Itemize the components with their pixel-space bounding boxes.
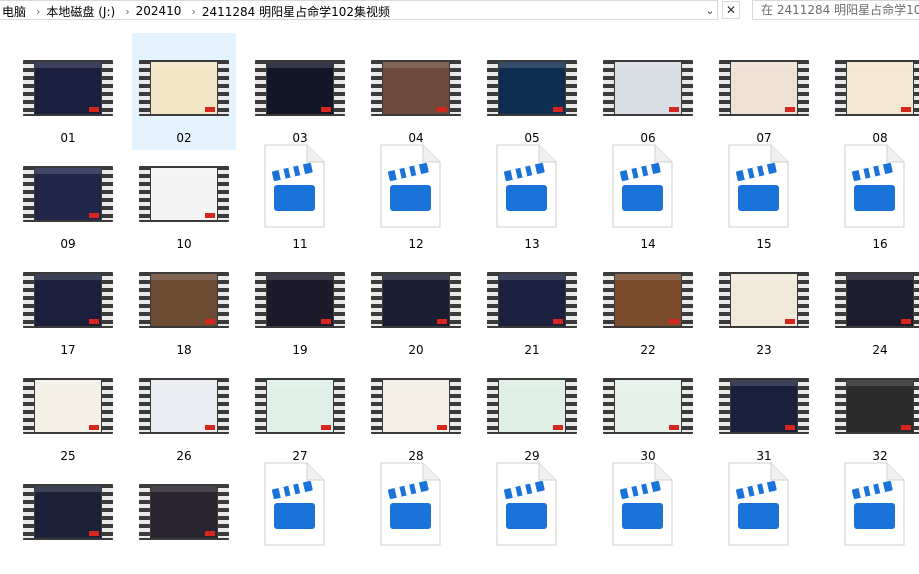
file-item[interactable]: 02 [132,33,236,150]
video-file-icon [263,144,325,228]
file-item[interactable]: 11 [248,139,352,256]
video-file-icon [843,144,905,228]
video-file-icon [727,462,789,546]
video-thumbnail [255,60,345,116]
breadcrumb-separator-icon[interactable]: › [121,5,133,18]
file-item[interactable]: 25 [16,351,120,468]
file-item[interactable]: 04 [364,33,468,150]
file-item[interactable]: 10 [132,139,236,256]
file-item[interactable]: 05 [480,33,584,150]
file-item[interactable]: 24 [828,245,919,362]
file-item[interactable]: 22 [596,245,700,362]
video-thumbnail [139,272,229,328]
file-item[interactable]: 14 [596,139,700,256]
file-item[interactable] [480,457,584,574]
file-item[interactable]: 07 [712,33,816,150]
file-item[interactable]: 31 [712,351,816,468]
file-item[interactable]: 23 [712,245,816,362]
video-file-icon [379,144,441,228]
file-item[interactable] [596,457,700,574]
breadcrumb-current-folder[interactable]: 2411284 明阳星占命学102集视频 [200,3,396,20]
video-thumbnail [603,378,693,434]
video-file-icon [379,462,441,546]
video-file-icon [263,462,325,546]
video-thumbnail [23,60,113,116]
breadcrumb-separator-icon[interactable]: › [32,5,44,18]
file-item[interactable]: 13 [480,139,584,256]
file-item[interactable]: 03 [248,33,352,150]
file-grid: 01 02 03 04 05 06 07 08 09 10 11 12 13 14 15 16 17 18 19 20… [0,22,919,546]
video-thumbnail [835,60,919,116]
breadcrumb-separator-icon[interactable]: › [187,5,199,18]
file-item[interactable] [828,457,919,574]
video-thumbnail [139,484,229,540]
video-thumbnail [255,272,345,328]
file-item[interactable] [248,457,352,574]
video-thumbnail [487,378,577,434]
address-bar[interactable]: 电脑 › 本地磁盘 (J:) › 202410 › 2411284 明阳星占命学… [0,0,718,20]
file-item[interactable]: 06 [596,33,700,150]
video-thumbnail [835,272,919,328]
video-thumbnail [23,166,113,222]
video-file-icon [727,144,789,228]
video-thumbnail [719,378,809,434]
video-thumbnail [835,378,919,434]
search-input[interactable]: 在 2411284 明阳星占命学10... [752,0,919,20]
video-thumbnail [719,60,809,116]
file-item[interactable] [16,457,120,574]
file-item[interactable]: 18 [132,245,236,362]
breadcrumb-drive[interactable]: 本地磁盘 (J:) [44,3,121,20]
address-row: 电脑 › 本地磁盘 (J:) › 202410 › 2411284 明阳星占命学… [0,0,919,22]
video-thumbnail [139,378,229,434]
video-thumbnail [23,484,113,540]
file-item[interactable]: 08 [828,33,919,150]
video-thumbnail [23,272,113,328]
file-item[interactable] [132,457,236,574]
video-file-icon [611,144,673,228]
file-item[interactable]: 09 [16,139,120,256]
file-item[interactable]: 30 [596,351,700,468]
breadcrumb: 电脑 › 本地磁盘 (J:) › 202410 › 2411284 明阳星占命学… [0,1,396,21]
video-thumbnail [139,166,229,222]
file-item[interactable] [712,457,816,574]
video-file-icon [495,462,557,546]
video-thumbnail [23,378,113,434]
video-thumbnail [603,60,693,116]
video-file-icon [495,144,557,228]
file-item[interactable]: 29 [480,351,584,468]
video-file-icon [611,462,673,546]
file-item[interactable]: 21 [480,245,584,362]
file-item[interactable]: 27 [248,351,352,468]
file-item[interactable]: 32 [828,351,919,468]
file-item[interactable]: 26 [132,351,236,468]
chevron-down-icon[interactable]: ⌄ [703,3,717,19]
file-item[interactable]: 19 [248,245,352,362]
video-thumbnail [371,378,461,434]
file-item[interactable]: 12 [364,139,468,256]
breadcrumb-folder-202410[interactable]: 202410 [134,4,188,18]
video-thumbnail [371,272,461,328]
video-thumbnail [603,272,693,328]
breadcrumb-computer[interactable]: 电脑 [0,3,32,20]
video-thumbnail [371,60,461,116]
close-icon[interactable]: ✕ [722,1,740,19]
video-thumbnail [139,60,229,116]
file-item[interactable] [364,457,468,574]
file-item[interactable]: 01 [16,33,120,150]
video-thumbnail [487,60,577,116]
file-item[interactable]: 16 [828,139,919,256]
video-thumbnail [255,378,345,434]
video-thumbnail [719,272,809,328]
file-item[interactable]: 17 [16,245,120,362]
video-thumbnail [487,272,577,328]
file-item[interactable]: 20 [364,245,468,362]
video-file-icon [843,462,905,546]
file-item[interactable]: 15 [712,139,816,256]
file-item[interactable]: 28 [364,351,468,468]
